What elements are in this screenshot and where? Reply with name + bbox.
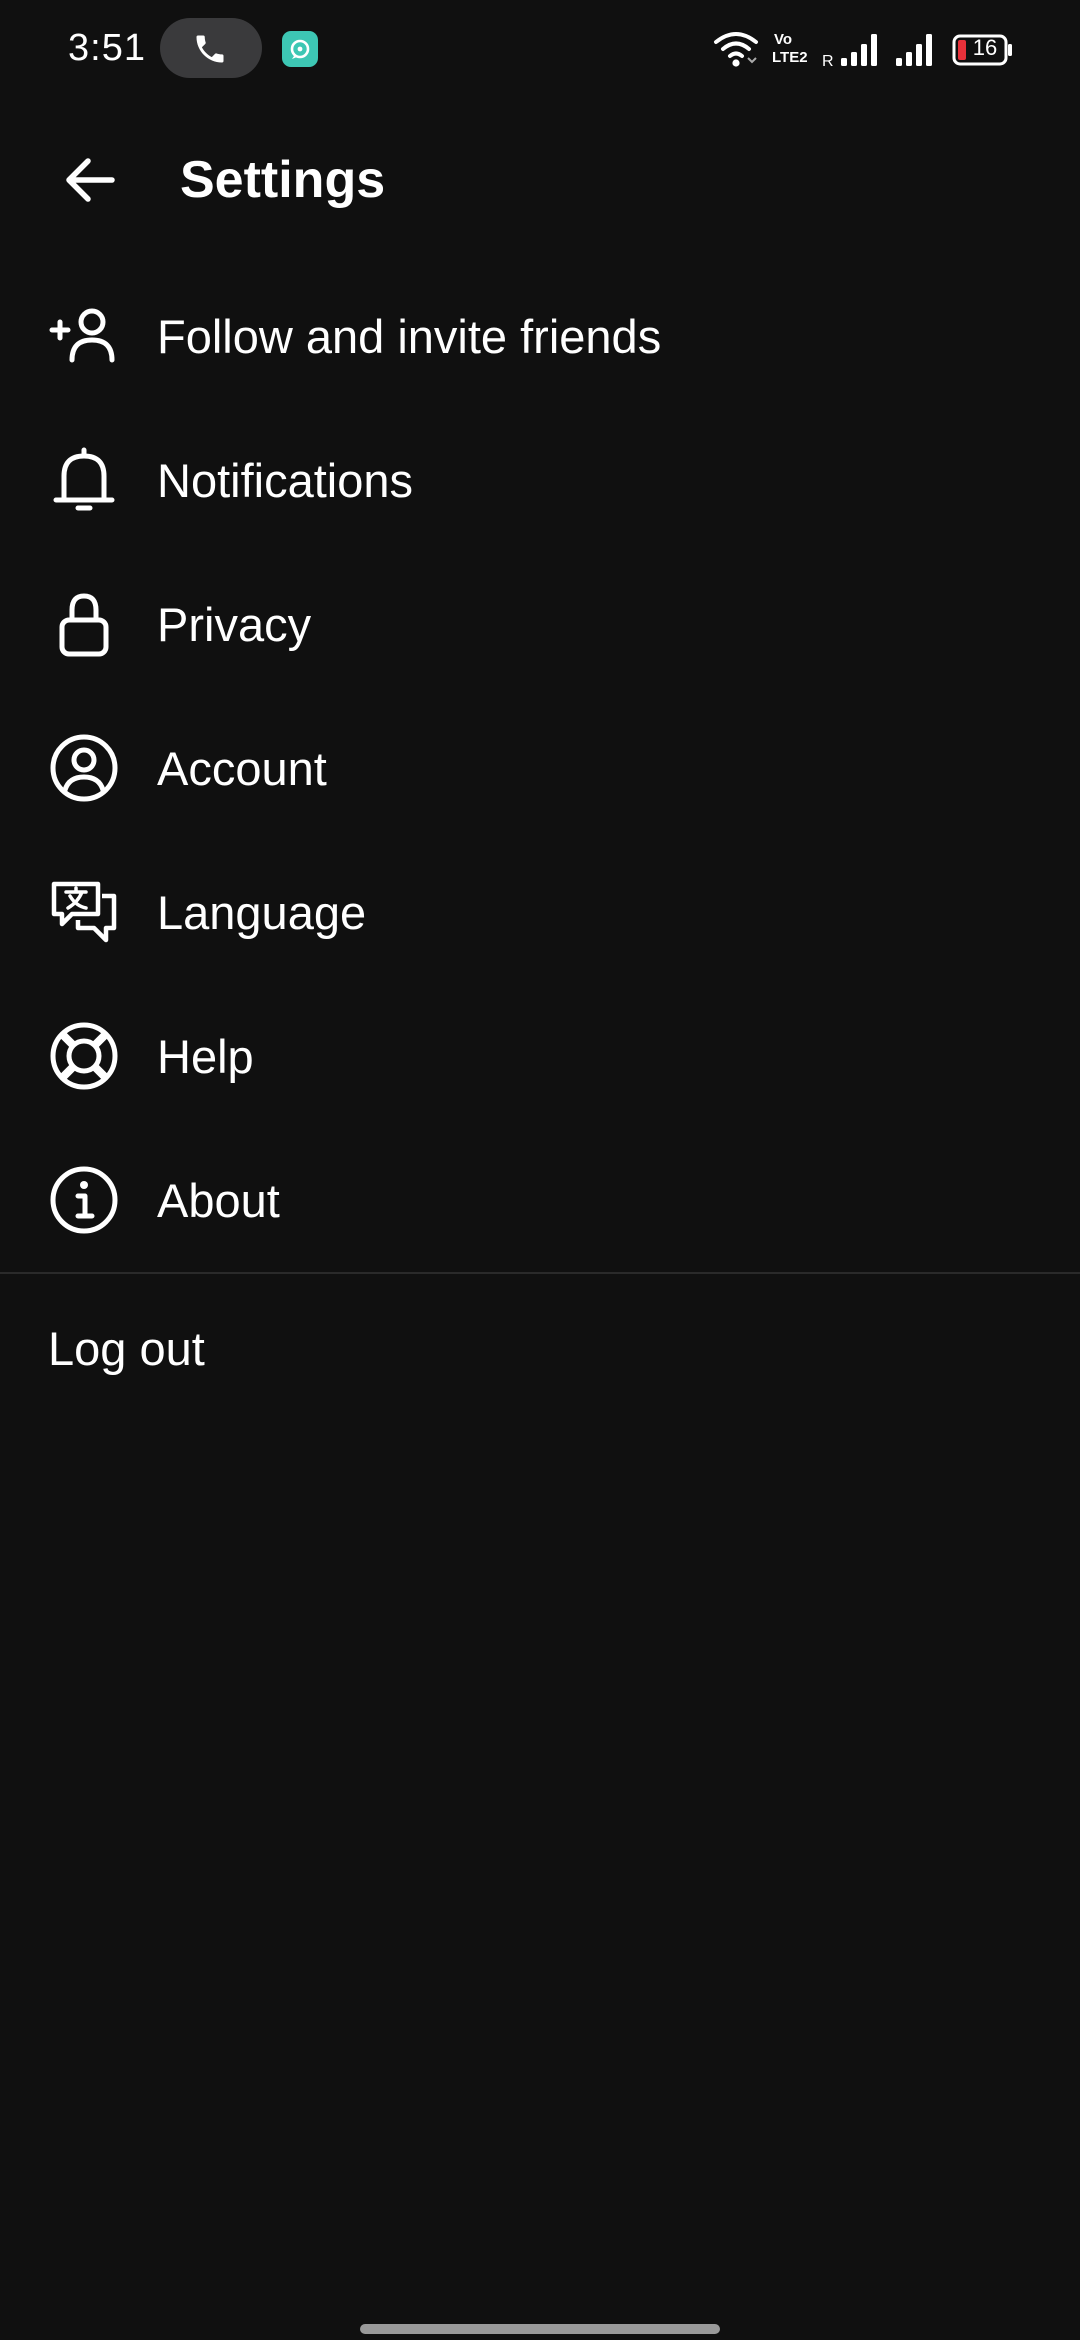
menu-item-notifications[interactable]: Notifications xyxy=(0,408,1080,552)
back-button[interactable] xyxy=(40,140,140,220)
translate-chat-icon xyxy=(51,881,117,943)
logout-label: Log out xyxy=(48,1322,205,1375)
svg-text:R: R xyxy=(822,53,834,70)
signal-strength-roaming-icon: R xyxy=(822,34,877,70)
menu-item-follow-and-invite-friends[interactable]: Follow and invite friends xyxy=(0,264,1080,408)
menu-item-language[interactable]: Language xyxy=(0,840,1080,984)
menu-item-label: Account xyxy=(157,742,327,795)
menu-item-label: Follow and invite friends xyxy=(157,310,662,363)
menu-item-help[interactable]: Help xyxy=(0,984,1080,1128)
account-circle-icon xyxy=(50,734,118,802)
info-icon xyxy=(50,1166,118,1234)
status-bar: 3:51 Vo LTE2 R 16 xyxy=(0,0,1080,96)
menu-item-label: About xyxy=(157,1174,280,1227)
menu-item-label: Help xyxy=(157,1030,254,1083)
menu-item-about[interactable]: About xyxy=(0,1128,1080,1272)
add-person-icon xyxy=(49,308,115,363)
bell-icon xyxy=(53,447,115,511)
app-header: Settings xyxy=(0,130,1080,230)
page-title: Settings xyxy=(180,151,386,209)
menu-item-label: Language xyxy=(157,886,367,939)
battery-level: 16 xyxy=(972,35,998,60)
menu-item-label: Privacy xyxy=(157,598,312,651)
svg-text:LTE2: LTE2 xyxy=(772,49,808,66)
divider xyxy=(0,1272,1080,1274)
logout-button[interactable]: Log out xyxy=(0,1290,1080,1410)
home-indicator[interactable] xyxy=(360,2324,720,2334)
menu-item-privacy[interactable]: Privacy xyxy=(0,552,1080,696)
volte-icon: Vo LTE2 xyxy=(772,31,808,66)
arrow-left-icon xyxy=(66,158,115,202)
chat-app-notification-icon xyxy=(282,31,318,67)
lock-icon xyxy=(59,593,109,657)
status-time: 3:51 xyxy=(68,27,146,69)
menu-item-account[interactable]: Account xyxy=(0,696,1080,840)
lifebuoy-icon xyxy=(50,1022,118,1090)
signal-strength-icon xyxy=(896,34,932,66)
ongoing-call-pill[interactable] xyxy=(160,18,262,78)
wifi-icon xyxy=(714,32,758,67)
svg-text:Vo: Vo xyxy=(774,31,792,48)
menu-item-label: Notifications xyxy=(157,454,413,507)
settings-menu: Follow and invite friends Notifications … xyxy=(0,264,1080,1272)
phone-icon xyxy=(196,35,224,63)
